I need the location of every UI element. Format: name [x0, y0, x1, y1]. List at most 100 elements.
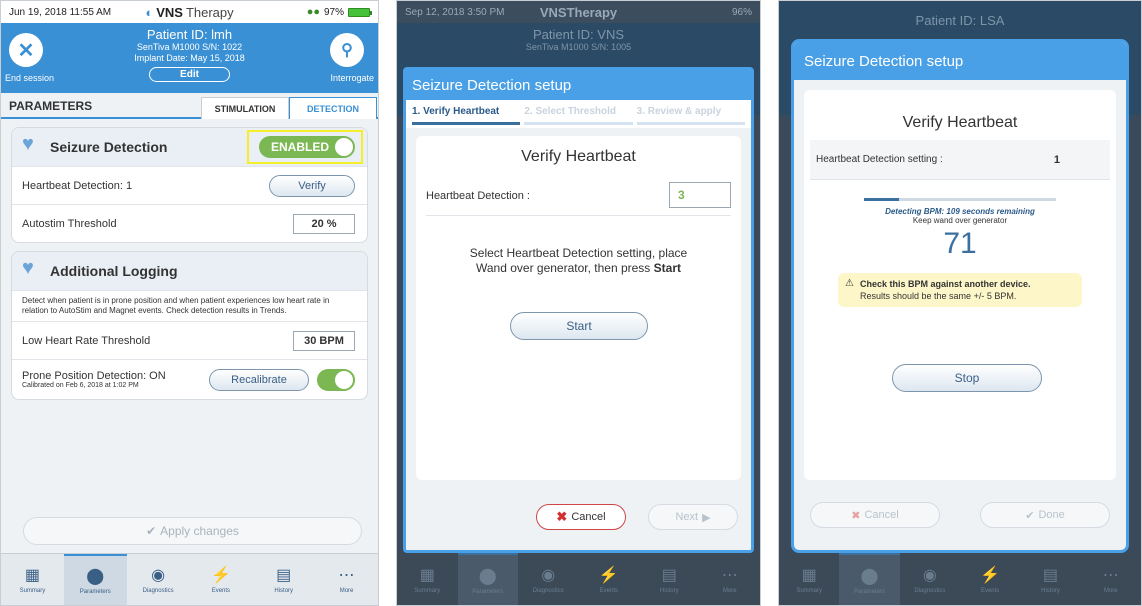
nav-parameters[interactable]: ⬤ Parameters — [839, 553, 900, 605]
heart-icon — [22, 133, 42, 156]
next-button[interactable]: Next ▶ — [648, 504, 738, 530]
battery-status: ●● 97% — [307, 6, 372, 18]
end-session-button[interactable]: ✕ — [9, 33, 43, 67]
tab-stimulation[interactable]: STIMULATION — [201, 97, 289, 119]
nav-more[interactable]: ⋯ More — [315, 554, 378, 605]
modal-footer: ✖ Cancel Next ▶ — [406, 480, 751, 550]
history-icon: ▤ — [661, 566, 677, 584]
nav-summary[interactable]: ▦ Summary — [1, 554, 64, 605]
page-title: PARAMETERS — [9, 99, 93, 113]
parameters-icon: ⬤ — [860, 567, 879, 585]
cancel-button[interactable]: ✖ Cancel — [536, 504, 626, 530]
seizure-detection-setup-modal: Seizure Detection setup Verify Heartbeat… — [791, 39, 1129, 553]
additional-logging-description: Detect when patient is in prone position… — [12, 290, 367, 321]
nav-events[interactable]: ⚡ Events — [189, 554, 252, 605]
lightning-icon: ⚡ — [210, 567, 231, 584]
more-icon: ⋯ — [338, 567, 355, 584]
heartbeat-detection-row: Heartbeat Detection : 3 — [426, 176, 731, 216]
done-button[interactable]: ✔ Done — [980, 502, 1110, 528]
prone-position-row: Prone Position Detection: ON Calibrated … — [12, 359, 367, 399]
heartbeat-detection-row: Heartbeat Detection setting : 1 — [810, 140, 1110, 180]
nav-events[interactable]: ⚡ Events — [960, 553, 1020, 605]
nav-parameters[interactable]: ⬤ Parameters — [63, 554, 127, 605]
seizure-detection-setup-modal: Seizure Detection setup 1. Verify Heartb… — [403, 67, 754, 553]
status-bar: Jun 19, 2018 11:55 AM ◐ VNS Therapy ●● 97… — [1, 1, 378, 23]
apply-changes-button[interactable]: ✔ Apply changes — [23, 517, 362, 545]
close-icon: ✖ — [851, 509, 861, 522]
bottom-nav: ▦ Summary ⬤ Parameters ◉ Diagnostics ⚡ Event… — [397, 553, 760, 605]
bpm-warning: ⚠ Check this BPM against another device.… — [838, 273, 1082, 307]
nav-more[interactable]: ⋯ More — [1081, 553, 1141, 605]
prone-position-text: Prone Position Detection: ON Calibrated … — [22, 370, 166, 389]
autostim-threshold-field[interactable]: 20 % — [293, 213, 355, 234]
battery-status: 96% — [731, 6, 752, 18]
status-time: Jun 19, 2018 11:55 AM — [9, 6, 112, 18]
detection-progress-bar — [864, 198, 1056, 201]
interrogate-label: Interrogate — [330, 73, 374, 83]
nav-diagnostics[interactable]: ◉ Diagnostics — [518, 553, 579, 605]
edit-button[interactable]: Edit — [149, 67, 230, 82]
summary-icon: ▦ — [419, 566, 435, 584]
step-review-apply: 3. Review & apply — [636, 103, 745, 125]
diagnostics-icon: ◉ — [151, 567, 166, 584]
bottom-nav: ▦ Summary ⬤ Parameters ◉ Diagnostics ⚡ Event… — [1, 553, 378, 605]
bottom-nav: ▦ Summary ⬤ Parameters ◉ Diagnostics ⚡ Event… — [779, 553, 1141, 605]
autostim-threshold-label: Autostim Threshold — [22, 217, 117, 230]
heartbeat-detection-label: Heartbeat Detection: 1 — [22, 179, 133, 192]
keep-wand-note: Keep wand over generator — [912, 216, 1008, 225]
check-icon: ✔ — [146, 524, 157, 538]
modal-title: Seizure Detection setup — [406, 70, 751, 100]
toggle-knob — [335, 138, 353, 156]
brand-logo: ◐ VNS Therapy — [145, 4, 234, 20]
seizure-detection-toggle[interactable]: ENABLED — [259, 136, 355, 158]
progress-fill — [864, 198, 899, 201]
autostim-threshold-row: Autostim Threshold 20 % — [12, 204, 367, 242]
nav-diagnostics[interactable]: ◉ Diagnostics — [900, 553, 960, 605]
additional-logging-header: Additional Logging — [12, 252, 367, 290]
verify-heartbeat-start-screen: Sep 12, 2018 3:50 PM VNSTherapy 96% Pati… — [396, 0, 761, 606]
low-heart-rate-label: Low Heart Rate Threshold — [22, 334, 151, 347]
play-icon: ▶ — [702, 511, 711, 524]
close-icon: ✕ — [17, 39, 35, 62]
parameters-icon: ⬤ — [478, 567, 497, 585]
nav-history[interactable]: ▤ History — [639, 553, 700, 605]
diagnostics-icon: ◉ — [541, 566, 556, 584]
prone-calibrated-note: Calibrated on Feb 6, 2018 at 1:02 PM — [22, 382, 139, 389]
close-icon: ✖ — [556, 509, 568, 524]
recalibrate-button[interactable]: Recalibrate — [209, 368, 309, 391]
more-icon: ⋯ — [1102, 566, 1119, 584]
tab-detection[interactable]: DETECTION — [289, 97, 377, 119]
prone-position-toggle[interactable] — [317, 368, 355, 391]
low-heart-rate-row: Low Heart Rate Threshold 30 BPM — [12, 321, 367, 359]
summary-icon: ▦ — [801, 566, 817, 584]
brand-logo: VNSTherapy — [539, 4, 618, 20]
nav-summary[interactable]: ▦ Summary — [779, 553, 839, 605]
lightning-icon: ⚡ — [980, 566, 1001, 584]
nav-events[interactable]: ⚡ Events — [579, 553, 640, 605]
start-button[interactable]: Start — [510, 312, 648, 340]
toggle-knob — [335, 370, 353, 389]
verify-button[interactable]: Verify — [269, 174, 355, 197]
stop-button[interactable]: Stop — [892, 364, 1042, 392]
parameters-tabbar: PARAMETERS STIMULATION DETECTION — [1, 93, 378, 119]
verify-heartbeat-detecting-screen: Patient ID: LSA Seizure Detection setup … — [778, 0, 1142, 606]
instruction-text: Select Heartbeat Detection setting, plac… — [469, 246, 688, 275]
cancel-button[interactable]: ✖ Cancel — [810, 502, 940, 528]
nav-more[interactable]: ⋯ More — [700, 553, 761, 605]
warning-icon: ⚠ — [845, 278, 854, 289]
nav-parameters[interactable]: ⬤ Parameters — [457, 553, 518, 605]
end-session-label: End session — [5, 73, 55, 83]
nav-diagnostics[interactable]: ◉ Diagnostics — [127, 554, 190, 605]
heartbeat-detection-field[interactable]: 3 — [669, 182, 731, 208]
heartbeat-detection-row: Heartbeat Detection: 1 Verify — [12, 166, 367, 204]
check-icon: ✔ — [1025, 509, 1035, 522]
low-heart-rate-field[interactable]: 30 BPM — [293, 330, 355, 351]
interrogate-button[interactable]: ⚲ — [330, 33, 364, 67]
verify-heartbeat-panel: Verify Heartbeat Heartbeat Detection : 3… — [416, 136, 741, 480]
wand-icon: ⚲ — [341, 42, 353, 59]
nav-summary[interactable]: ▦ Summary — [397, 553, 458, 605]
heartbeat-detection-label: Heartbeat Detection : — [426, 189, 530, 202]
nav-history[interactable]: ▤ History — [252, 554, 315, 605]
nav-history[interactable]: ▤ History — [1020, 553, 1080, 605]
modal-footer: ✖ Cancel ✔ Done — [794, 480, 1126, 550]
